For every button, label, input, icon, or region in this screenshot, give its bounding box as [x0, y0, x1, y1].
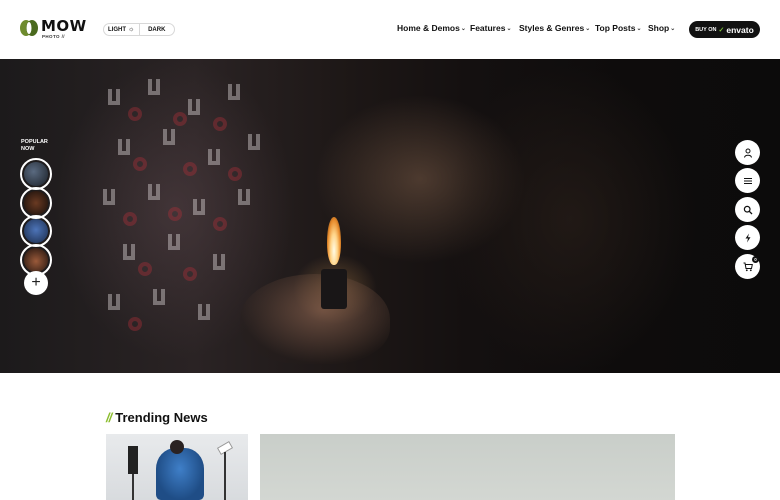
user-icon: [743, 148, 752, 158]
dark-mode-button[interactable]: DARK: [140, 24, 175, 35]
flame-icon: [327, 217, 341, 265]
account-button[interactable]: [735, 140, 760, 165]
studio-light: [128, 446, 138, 474]
light-mode-label: LIGHT: [108, 26, 127, 33]
chevron-down-icon: ⌄: [460, 25, 466, 32]
lightning-icon: [745, 233, 750, 242]
story-thumbnail: [24, 191, 48, 215]
flash-button[interactable]: [735, 225, 760, 250]
nav-item-home-demos[interactable]: Home & Demos ⌄: [397, 23, 466, 33]
story-thumbnail: [24, 248, 48, 272]
nav-item-label: Top Posts: [595, 23, 636, 33]
trending-card-image[interactable]: [106, 434, 248, 500]
nav-item-shop[interactable]: Shop ⌄: [648, 23, 675, 33]
chevron-down-icon: ⌄: [670, 25, 676, 32]
trending-card-image[interactable]: [260, 434, 675, 500]
hero-image: POPULAR NOW + 0: [0, 59, 780, 373]
cart-button[interactable]: 0: [735, 254, 760, 279]
nav-item-features[interactable]: Features ⌄: [470, 23, 511, 33]
site-header: MOW PHOTO // LIGHT ☼ DARK Home & Demos ⌄ …: [0, 0, 780, 59]
nav-item-label: Features: [470, 23, 506, 33]
light-stand: [132, 474, 134, 500]
cart-icon: [743, 262, 753, 271]
plus-icon: +: [31, 274, 41, 291]
light-mode-button[interactable]: LIGHT ☼: [104, 24, 140, 35]
stories-label: POPULAR NOW: [21, 139, 48, 152]
trending-heading: // Trending News: [106, 410, 208, 425]
nav-item-label: Shop: [648, 23, 670, 33]
color-mode-toggle: LIGHT ☼ DARK: [103, 23, 175, 36]
hero-hand: [240, 274, 390, 364]
buy-brand: envato: [726, 24, 754, 35]
nav-item-label: Styles & Genres: [519, 23, 585, 33]
buy-on-envato-button[interactable]: BUY ON ✓ envato: [689, 21, 760, 38]
light-stand: [224, 452, 226, 500]
nav-item-label: Home & Demos: [397, 23, 460, 33]
buy-prefix: BUY ON: [695, 26, 717, 33]
search-icon: [743, 205, 752, 214]
cart-count-badge: 0: [752, 256, 759, 263]
trending-title: Trending News: [115, 410, 208, 425]
logo-subtitle: PHOTO //: [42, 34, 65, 39]
hero-lighter: [321, 269, 347, 309]
sun-icon: ☼: [128, 26, 135, 33]
story-thumbnail: [24, 162, 48, 186]
logo-mark-icon: [20, 20, 38, 36]
slashes-icon: //: [106, 410, 112, 425]
chevron-down-icon: ⌄: [636, 25, 642, 32]
logo-text: MOW: [41, 17, 87, 35]
story-thumbnail: [24, 219, 48, 243]
search-button[interactable]: [735, 197, 760, 222]
story-item[interactable]: [20, 158, 52, 190]
menu-icon: [743, 177, 752, 184]
model-figure: [156, 448, 204, 500]
dark-mode-label: DARK: [148, 26, 166, 33]
menu-button[interactable]: [735, 168, 760, 193]
chevron-down-icon: ⌄: [585, 25, 591, 32]
envato-leaf-icon: ✓: [718, 26, 725, 34]
hero-shadow: [450, 59, 780, 373]
nav-item-top-posts[interactable]: Top Posts ⌄: [595, 23, 642, 33]
nav-item-styles-genres[interactable]: Styles & Genres ⌄: [519, 23, 590, 33]
story-item[interactable]: [20, 215, 52, 247]
chevron-down-icon: ⌄: [506, 25, 512, 32]
add-story-button[interactable]: +: [24, 271, 48, 295]
model-head: [170, 440, 184, 454]
site-logo[interactable]: MOW PHOTO //: [20, 17, 87, 42]
